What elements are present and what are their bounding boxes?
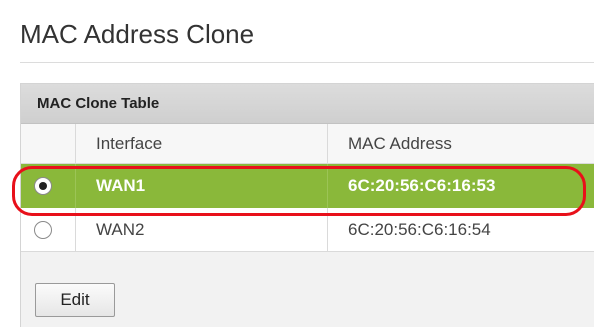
table-header-row: Interface MAC Address	[21, 124, 594, 164]
column-header-mac-address: MAC Address	[327, 124, 594, 163]
interface-value: WAN2	[96, 219, 145, 239]
mac-address-value: 6C:20:56:C6:16:54	[348, 219, 491, 239]
column-header-select	[21, 124, 75, 163]
edit-button[interactable]: Edit	[35, 283, 115, 317]
column-header-interface: Interface	[75, 124, 327, 163]
row-select-radio[interactable]	[34, 220, 52, 239]
page-title: MAC Address Clone	[20, 19, 255, 49]
title-divider	[20, 62, 594, 63]
table-caption: MAC Clone Table	[37, 95, 160, 112]
column-header-mac-address-label: MAC Address	[348, 133, 452, 153]
selection-highlight-annotation	[12, 166, 586, 216]
table-caption-bar: MAC Clone Table	[21, 84, 594, 124]
column-header-interface-label: Interface	[96, 133, 163, 153]
